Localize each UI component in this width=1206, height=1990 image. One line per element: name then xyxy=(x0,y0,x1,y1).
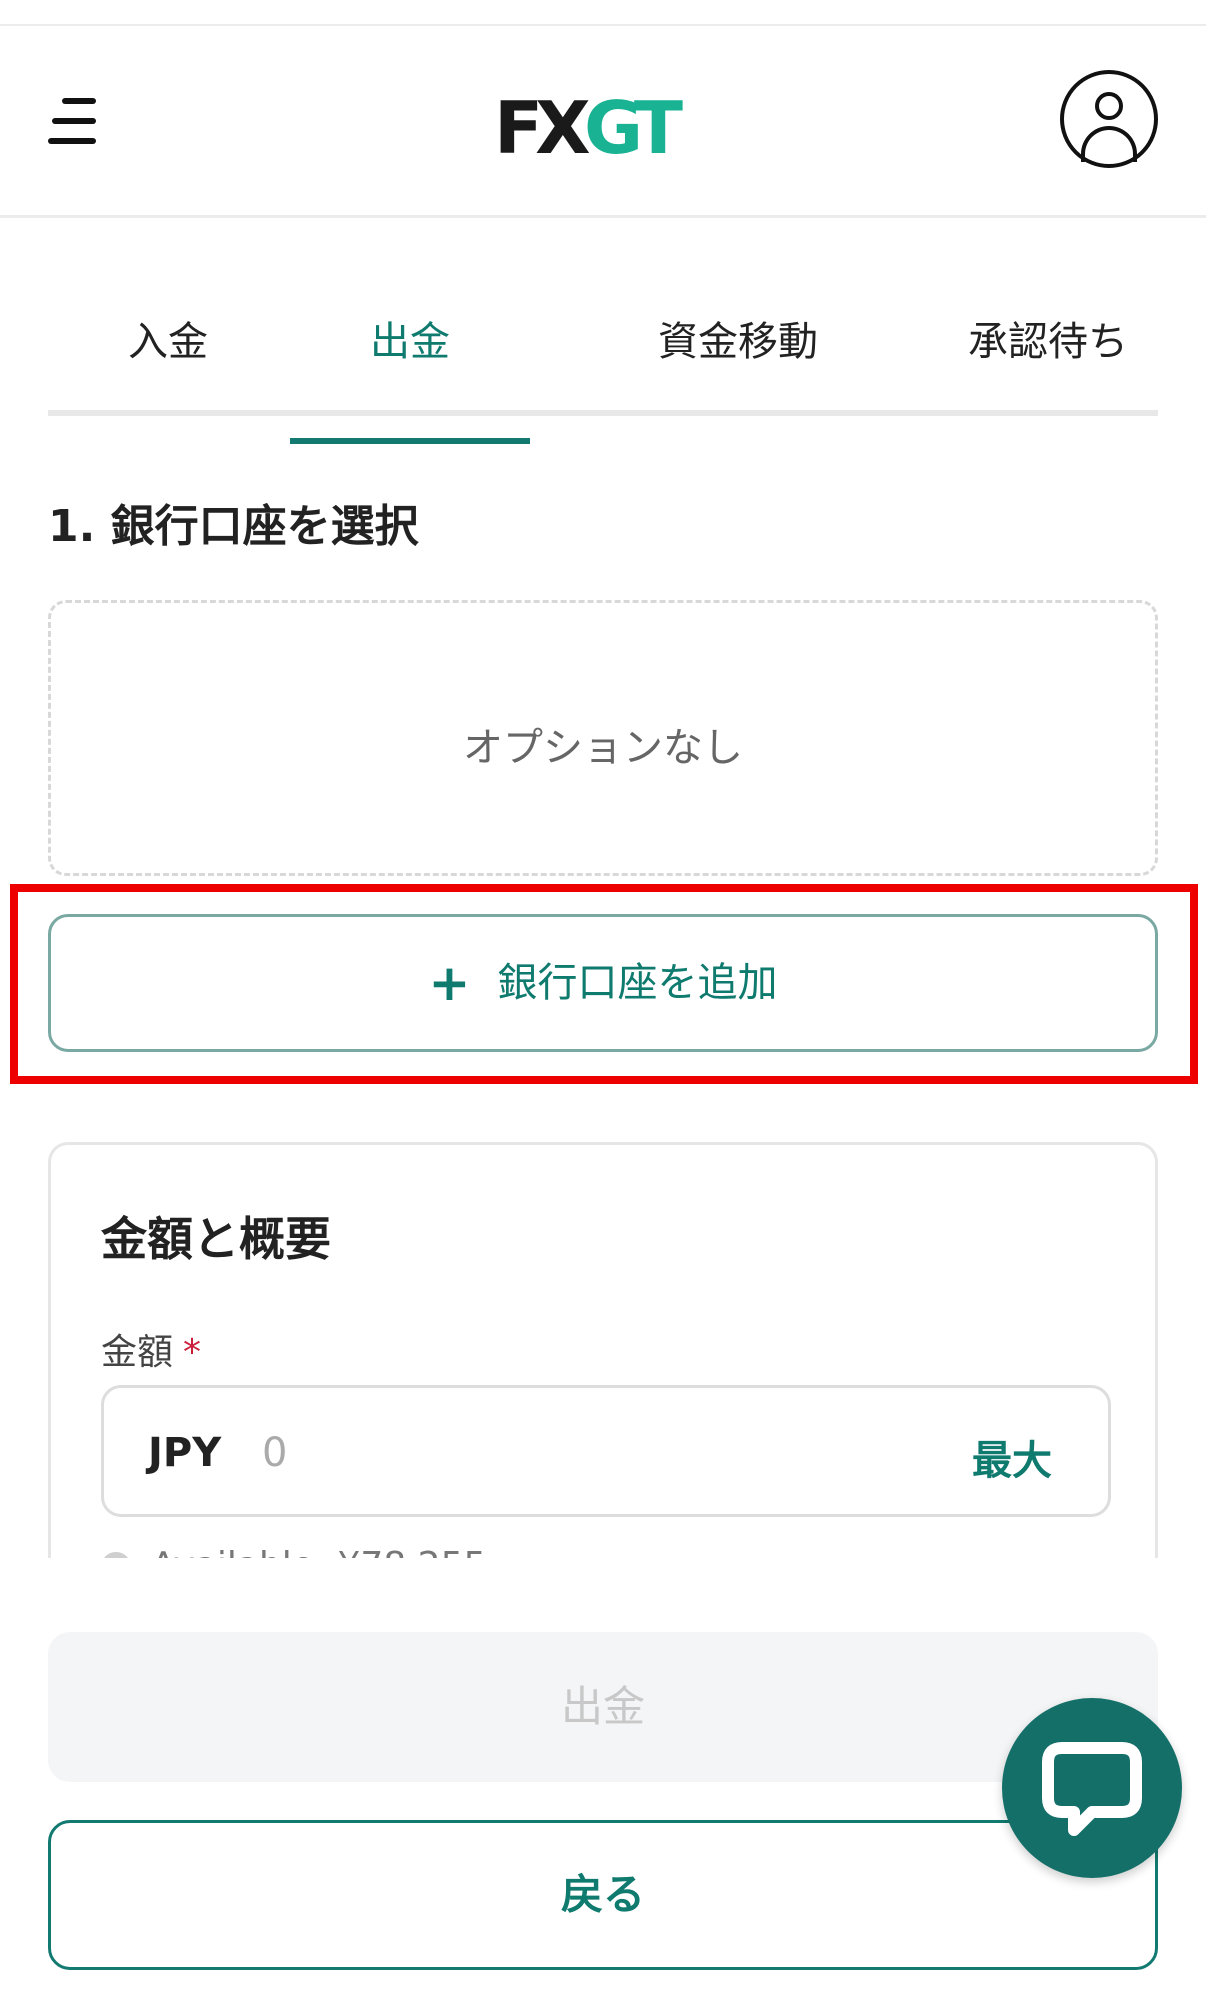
withdraw-submit-button[interactable]: 出金 xyxy=(48,1632,1158,1782)
plus-icon: + xyxy=(428,954,471,1012)
tab-transfer[interactable]: 資金移動 xyxy=(568,320,908,410)
chat-bubble-icon xyxy=(1042,1742,1142,1836)
add-bank-account-label: 銀行口座を追加 xyxy=(497,960,778,1006)
amount-label-text: 金額 xyxy=(101,1332,174,1373)
fxgt-logo[interactable]: FX GT xyxy=(494,86,683,170)
amount-field-label: 金額 * xyxy=(101,1323,201,1375)
logo-fx-text: FX xyxy=(494,86,591,170)
tab-transfer-label: 資金移動 xyxy=(658,319,818,365)
currency-label: JPY xyxy=(148,1430,222,1476)
tab-pending[interactable]: 承認待ち xyxy=(898,320,1198,410)
tab-deposit-label: 入金 xyxy=(128,319,208,365)
user-avatar-icon[interactable] xyxy=(1060,70,1158,168)
app-header: FX GT xyxy=(0,26,1206,218)
amount-input[interactable]: JPY 0 最大 xyxy=(101,1385,1111,1517)
section-title-select-bank: 1. 銀行口座を選択 xyxy=(48,501,419,552)
back-button[interactable]: 戻る xyxy=(48,1820,1158,1970)
amount-value[interactable]: 0 xyxy=(262,1430,287,1476)
tab-withdraw[interactable]: 出金 xyxy=(290,319,530,444)
tab-pending-label: 承認待ち xyxy=(968,319,1128,365)
chat-support-button[interactable] xyxy=(1002,1698,1182,1878)
logo-gt-text: GT xyxy=(584,86,683,170)
tab-withdraw-label: 出金 xyxy=(370,319,450,365)
required-marker: * xyxy=(183,1332,202,1373)
scroll-fade xyxy=(0,1558,1206,1638)
tab-deposit[interactable]: 入金 xyxy=(48,320,288,410)
hamburger-menu-icon[interactable] xyxy=(42,92,108,152)
active-tab-indicator xyxy=(290,438,530,444)
tab-bar: 入金 出金 資金移動 承認待ち xyxy=(48,290,1158,444)
max-amount-button[interactable]: 最大 xyxy=(972,1428,1052,1486)
amount-summary-card: 金額と概要 金額* JPY 0 最大 Available: ¥78,255 xyxy=(48,1142,1158,1562)
bank-account-empty-state: オプションなし xyxy=(48,600,1158,876)
add-bank-account-button[interactable]: + 銀行口座を追加 xyxy=(48,914,1158,1052)
card-title: 金額と概要 xyxy=(101,1212,331,1266)
empty-state-text: オプションなし xyxy=(463,725,743,771)
tab-bar-baseline xyxy=(48,410,1158,416)
